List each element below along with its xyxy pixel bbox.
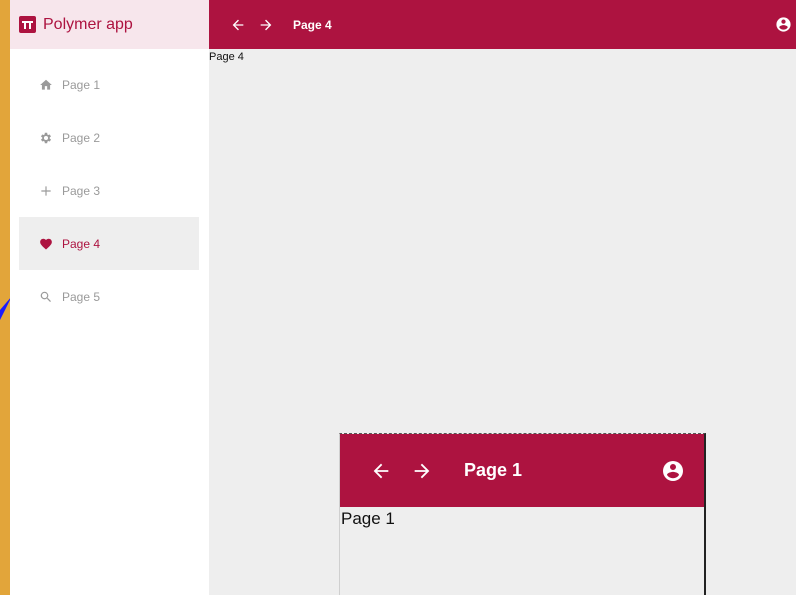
arrow-left-icon <box>232 19 244 30</box>
mini-back-button[interactable] <box>363 453 399 489</box>
mini-forward-button[interactable] <box>404 453 440 489</box>
sidebar-item-page-2[interactable]: Page 2 <box>19 111 199 164</box>
search-icon <box>39 290 53 304</box>
sidebar-item-label: Page 2 <box>62 130 101 145</box>
plus-icon <box>39 184 53 198</box>
sidebar-item-label: Page 4 <box>62 236 101 251</box>
forward-button[interactable] <box>251 10 281 40</box>
embedded-app-window: Page 1 Page 1 <box>339 433 706 595</box>
heart-icon <box>39 237 53 251</box>
arrow-left-icon <box>373 463 389 478</box>
sidebar-item-label: Page 1 <box>62 77 101 92</box>
mini-page-content: Page 1 <box>341 509 395 528</box>
page-title: Page 4 <box>293 17 332 32</box>
app-toolbar: Page 4 <box>209 0 796 49</box>
back-button[interactable] <box>223 10 253 40</box>
mini-toolbar: Page 1 <box>340 434 704 507</box>
polymer-logo-icon <box>19 16 36 33</box>
gear-icon <box>39 131 53 145</box>
sidebar: Polymer app Page 1 Page 2 Page 3 Page 4 <box>10 0 209 595</box>
home-icon <box>39 78 53 92</box>
sidebar-item-label: Page 5 <box>62 289 101 304</box>
arrow-right-icon <box>260 19 272 30</box>
sidebar-item-label: Page 3 <box>62 183 101 198</box>
sidebar-item-page-3[interactable]: Page 3 <box>19 164 199 217</box>
mini-account-button[interactable] <box>660 458 686 484</box>
arrow-right-icon <box>414 463 430 478</box>
mini-page-title: Page 1 <box>464 460 523 480</box>
sidebar-menu: Page 1 Page 2 Page 3 Page 4 Page 5 <box>10 58 209 323</box>
app-title: Polymer app <box>43 15 133 33</box>
account-button[interactable] <box>772 13 794 35</box>
app-brand[interactable]: Polymer app <box>10 0 209 49</box>
page-content-text: Page 4 <box>209 51 244 63</box>
account-circle-icon <box>775 16 791 32</box>
account-circle-icon <box>663 461 683 481</box>
sidebar-item-page-4[interactable]: Page 4 <box>19 217 199 270</box>
sidebar-item-page-1[interactable]: Page 1 <box>19 58 199 111</box>
sidebar-item-page-5[interactable]: Page 5 <box>19 270 199 323</box>
